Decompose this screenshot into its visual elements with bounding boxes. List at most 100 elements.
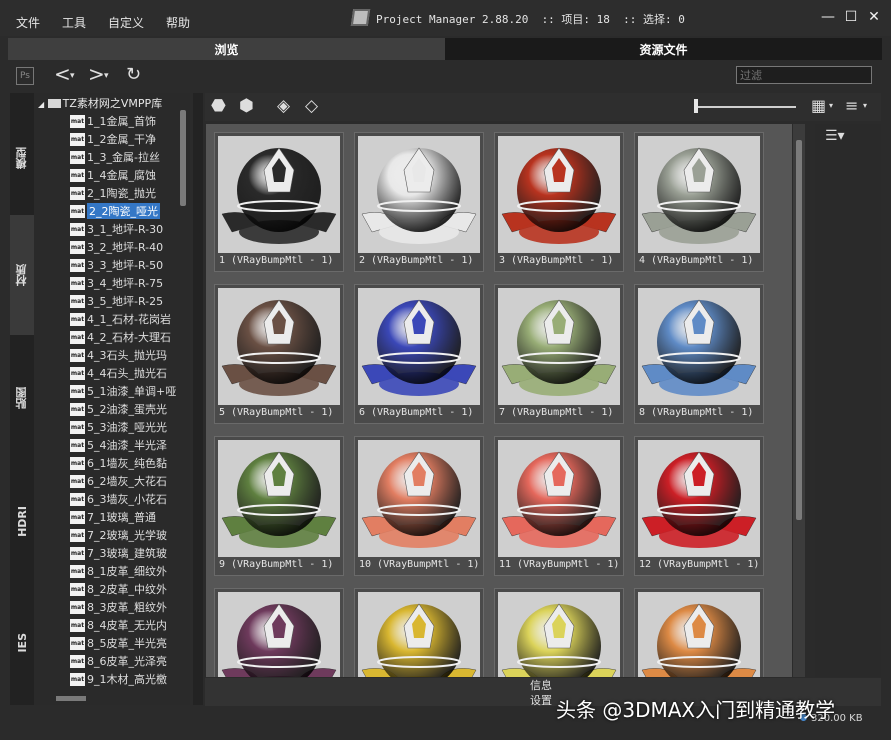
back-history-chevron-icon[interactable]: ▾	[70, 71, 75, 81]
sort-icon[interactable]: ≡	[845, 96, 858, 115]
menu-file[interactable]: 文件	[16, 14, 40, 31]
menu-tools[interactable]: 工具	[62, 14, 86, 31]
tree-item[interactable]: mat 9_1木材_高光檄	[70, 670, 190, 688]
sort-chevron-icon[interactable]: ▾	[863, 101, 867, 110]
tree-item[interactable]: mat 8_3皮革_粗纹外	[70, 598, 190, 616]
tree-item[interactable]: mat 5_1油漆_单调+哑	[70, 382, 190, 400]
material-thumbnail[interactable]: 6 (VRayBumpMtl - 1)	[354, 284, 484, 424]
grid-view-icon[interactable]: ▦	[811, 96, 826, 115]
tree-item[interactable]: mat 8_5皮革_半光亮	[70, 634, 190, 652]
tree-item[interactable]: mat 4_1_石材-花岗岩	[70, 310, 190, 328]
tree-root[interactable]: ◢ TZ素材网之VMPP库	[38, 95, 162, 111]
material-thumbnail[interactable]: 7 (VRayBumpMtl - 1)	[494, 284, 624, 424]
maximize-button[interactable]: ☐	[843, 9, 859, 25]
render-all-icon[interactable]: ◇	[305, 96, 318, 116]
tab-browse[interactable]: 浏览	[8, 38, 445, 60]
back-button[interactable]: <	[54, 62, 71, 86]
tree-item[interactable]: mat 3_4_地坪-R-75	[70, 274, 190, 292]
minimize-button[interactable]: —	[820, 9, 836, 25]
side-tab-hdri[interactable]: HDRI	[10, 461, 34, 581]
material-thumbnail[interactable]: 8 (VRayBumpMtl - 1)	[634, 284, 764, 424]
info-tab[interactable]: 信息	[530, 677, 552, 693]
tree-item[interactable]: mat 5_3油漆_哑光光	[70, 418, 190, 436]
material-thumbnail[interactable]: 5 (VRayBumpMtl - 1)	[214, 284, 344, 424]
material-thumbnail[interactable]: 1 (VRayBumpMtl - 1)	[214, 132, 344, 272]
tab-resource-files[interactable]: 资源文件	[445, 38, 882, 60]
material-thumbnail[interactable]: 9 (VRayBumpMtl - 1)	[214, 436, 344, 576]
tree-item[interactable]: mat 7_3玻璃_建筑玻	[70, 544, 190, 562]
photoshop-button[interactable]: Ps	[16, 67, 34, 85]
tree-item[interactable]: mat 2_1陶瓷_抛光	[70, 184, 190, 202]
tree-item[interactable]: mat 4_3石头_抛光玛	[70, 346, 190, 364]
material-drop-icon[interactable]: ⬣	[211, 96, 226, 116]
list-view-icon[interactable]: ☰▾	[825, 128, 845, 144]
material-file-icon: mat	[70, 348, 85, 362]
tree-item-label: 1_4金属_腐蚀	[87, 169, 156, 182]
material-thumbnail[interactable]	[354, 588, 484, 677]
render-icon[interactable]: ◈	[277, 96, 290, 116]
slider-handle[interactable]	[694, 99, 698, 113]
material-thumbnail[interactable]: 10 (VRayBumpMtl - 1)	[354, 436, 484, 576]
tree-item-label: 3_3_地坪-R-50	[87, 259, 164, 272]
tree-item[interactable]: mat 3_2_地坪-R-40	[70, 238, 190, 256]
side-tab-models[interactable]: 模型	[10, 103, 34, 213]
menu-help[interactable]: 帮助	[166, 14, 190, 31]
tree-item[interactable]: mat 6_1墙灰_纯色黏	[70, 454, 190, 472]
tree-item[interactable]: mat 8_1皮革_细纹外	[70, 562, 190, 580]
side-tab-ies[interactable]: IES	[10, 583, 34, 703]
material-file-icon: mat	[70, 150, 85, 164]
tree-item[interactable]: mat 3_3_地坪-R-50	[70, 256, 190, 274]
tree-item[interactable]: mat 7_2玻璃_光学玻	[70, 526, 190, 544]
side-tab-materials[interactable]: 材质	[10, 215, 34, 335]
forward-button[interactable]: >	[88, 62, 105, 86]
tree-item[interactable]: mat 5_2油漆_蛋壳光	[70, 400, 190, 418]
side-tab-maps[interactable]: 贴图	[10, 338, 34, 458]
tree-item[interactable]: mat 6_3墙灰_小花石	[70, 490, 190, 508]
forward-history-chevron-icon[interactable]: ▾	[104, 71, 109, 81]
material-thumbnail[interactable]: 3 (VRayBumpMtl - 1)	[494, 132, 624, 272]
tree-item-label: 4_4石头_抛光石	[87, 367, 167, 380]
tree-item[interactable]: mat 1_4金属_腐蚀	[70, 166, 190, 184]
tree-item[interactable]: mat 1_2金属_干净	[70, 130, 190, 148]
material-thumbnail[interactable]: 12 (VRayBumpMtl - 1)	[634, 436, 764, 576]
expand-chevron-icon[interactable]: ◢	[38, 100, 44, 109]
material-group-icon[interactable]: ⬢	[239, 96, 254, 116]
tree-item[interactable]: mat 7_1玻璃_普通	[70, 508, 190, 526]
tree-horizontal-scrollbar[interactable]	[56, 696, 86, 701]
tree-item[interactable]: mat 1_1金属_首饰	[70, 112, 190, 130]
tree-scrollbar[interactable]	[180, 110, 186, 206]
material-file-icon: mat	[70, 294, 85, 308]
filter-input[interactable]	[736, 66, 872, 84]
tree-item[interactable]: mat 4_4石头_抛光石	[70, 364, 190, 382]
tree-item[interactable]: mat 4_2_石材-大理石	[70, 328, 190, 346]
material-preview-image	[638, 288, 760, 405]
grid-scrollbar-thumb[interactable]	[796, 140, 802, 520]
material-thumbnail[interactable]	[214, 588, 344, 677]
material-file-icon: mat	[70, 402, 85, 416]
material-caption: 5 (VRayBumpMtl - 1)	[219, 407, 334, 418]
refresh-button[interactable]: ↻	[126, 64, 141, 85]
grid-view-chevron-icon[interactable]: ▾	[829, 101, 833, 110]
menu-bar: 文件 工具 自定义 帮助	[16, 14, 212, 31]
material-thumbnail[interactable]: 4 (VRayBumpMtl - 1)	[634, 132, 764, 272]
menu-customize[interactable]: 自定义	[108, 14, 144, 31]
tree-item[interactable]: mat 3_1_地坪-R-30	[70, 220, 190, 238]
tree-item[interactable]: mat 5_4油漆_半光泽	[70, 436, 190, 454]
material-thumbnail[interactable]	[634, 588, 764, 677]
close-button[interactable]: ✕	[866, 9, 882, 25]
tree-item[interactable]: mat 2_2陶瓷_哑光	[70, 202, 190, 220]
material-preview-image	[498, 288, 620, 405]
tree-item[interactable]: mat 1_3_金属-拉丝	[70, 148, 190, 166]
material-thumbnail[interactable]: 11 (VRayBumpMtl - 1)	[494, 436, 624, 576]
thumbnail-size-slider[interactable]	[694, 106, 796, 108]
material-thumbnail[interactable]	[494, 588, 624, 677]
material-thumbnail[interactable]: 2 (VRayBumpMtl - 1)	[354, 132, 484, 272]
settings-tab[interactable]: 设置	[530, 692, 552, 708]
material-preview-image	[358, 592, 480, 677]
tree-item[interactable]: mat 8_6皮革_光泽亮	[70, 652, 190, 670]
tree-item[interactable]: mat 8_4皮革_无光内	[70, 616, 190, 634]
tree-item[interactable]: mat 3_5_地坪-R-25	[70, 292, 190, 310]
tree-item[interactable]: mat 6_2墙灰_大花石	[70, 472, 190, 490]
tree-item[interactable]: mat 8_2皮革_中纹外	[70, 580, 190, 598]
panel-splitter[interactable]	[193, 93, 203, 705]
